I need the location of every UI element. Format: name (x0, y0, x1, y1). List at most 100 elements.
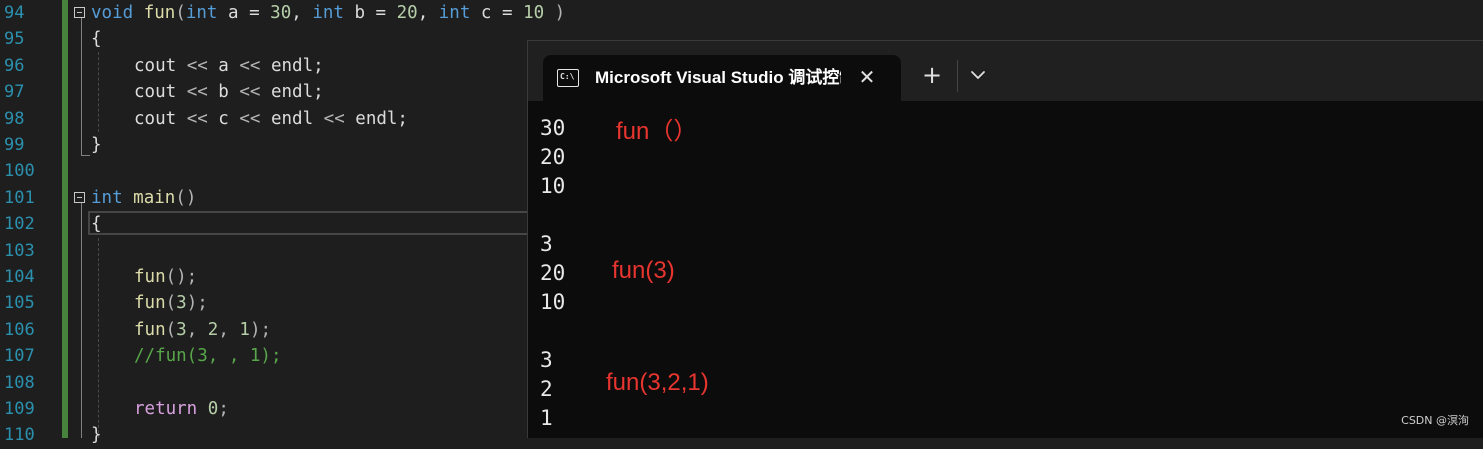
code-token: ( (165, 319, 177, 340)
line-number: 106 (4, 319, 35, 340)
code-line[interactable]: void fun(int a = 30, int b = 20, int c =… (91, 0, 565, 26)
close-icon[interactable]: ✕ (855, 65, 879, 89)
code-token: 2 (207, 319, 219, 340)
code-token: << (186, 82, 208, 103)
code-token: int (312, 3, 344, 23)
code-token: << (239, 82, 261, 103)
code-token: ); (249, 319, 272, 340)
code-token: cout (134, 55, 187, 76)
line-number: 96 (4, 55, 25, 76)
code-token: , (218, 319, 240, 340)
code-token: c (207, 108, 240, 129)
tab-bar: C:\ Microsoft Visual Studio 调试控制台 ✕ + (528, 41, 1483, 101)
code-token: << (323, 108, 345, 129)
code-line[interactable]: fun(3); (134, 290, 208, 316)
change-tracking-bar (62, 0, 68, 438)
code-line[interactable]: fun(); (134, 264, 197, 290)
code-token: , (291, 3, 313, 23)
annotation-label: fun(3) (612, 257, 675, 284)
code-line[interactable]: } (91, 422, 102, 448)
output-line: 1 (540, 406, 553, 430)
watermark: CSDN @溟洵 (1401, 414, 1469, 427)
line-number: 94 (4, 3, 25, 23)
code-line[interactable]: cout << c << endl << endl; (134, 106, 408, 132)
code-token: c = (470, 3, 524, 23)
line-number: 99 (4, 135, 25, 155)
collapse-icon[interactable] (74, 192, 85, 203)
line-number: 98 (4, 108, 25, 129)
code-token: fun (143, 3, 176, 23)
outline-line (81, 155, 90, 156)
code-line[interactable]: cout << a << endl; (134, 53, 324, 79)
code-token: 10 (523, 3, 545, 23)
code-token: int (91, 187, 123, 208)
line-number: 107 (4, 346, 35, 367)
new-tab-button[interactable]: + (920, 63, 944, 87)
code-token: , (417, 3, 439, 23)
code-token: ) (544, 3, 566, 23)
indent-guide (98, 238, 99, 438)
code-token: 0 (207, 399, 219, 419)
code-token: fun (134, 293, 166, 314)
annotation-label: fun（） (616, 118, 698, 145)
code-token: ; (218, 399, 229, 419)
code-line[interactable]: fun(3, 2, 1); (134, 317, 271, 343)
code-line[interactable]: { (91, 26, 102, 52)
code-token: b (207, 82, 240, 103)
code-token: endl; (344, 108, 408, 129)
code-token: a = (217, 3, 271, 23)
code-token: ( (175, 3, 186, 23)
code-token: 30 (270, 3, 292, 23)
line-number: 100 (4, 161, 35, 182)
code-line[interactable]: cout << b << endl; (134, 79, 324, 105)
code-token: b = (343, 3, 397, 23)
code-token: fun (134, 267, 166, 287)
line-number-gutter: 94 95 96 97 98 99 100 101 102 103 104 10… (0, 0, 60, 445)
debug-console-window[interactable]: C:\ Microsoft Visual Studio 调试控制台 ✕ + 30… (527, 40, 1483, 438)
line-number: 103 (4, 240, 35, 261)
code-token: void (91, 3, 134, 23)
code-line[interactable]: { (91, 211, 102, 237)
output-line: 3 (540, 232, 553, 256)
code-token: ); (186, 293, 208, 314)
collapse-icon[interactable] (74, 7, 85, 18)
code-token: 3 (176, 319, 187, 340)
code-token: 1 (239, 319, 250, 340)
tab-title: Microsoft Visual Studio 调试控制台 (595, 68, 841, 87)
output-line: 2 (540, 377, 553, 401)
code-token: << (239, 55, 261, 76)
line-number: 105 (4, 293, 35, 314)
tab-debug-console[interactable]: C:\ Microsoft Visual Studio 调试控制台 ✕ (543, 55, 901, 101)
line-number: 108 (4, 372, 35, 393)
code-token: 20 (396, 3, 418, 23)
code-token: return (134, 399, 198, 419)
code-token: int (438, 3, 471, 23)
code-line[interactable]: //fun(3, , 1); (134, 343, 282, 369)
current-line-highlight (88, 211, 533, 235)
code-token: << (186, 55, 208, 76)
annotation-label: fun(3,2,1) (606, 369, 709, 396)
line-number: 95 (4, 29, 25, 50)
terminal-icon-text: C:\ (560, 72, 575, 81)
line-number: 109 (4, 399, 35, 419)
code-token: << (186, 108, 208, 129)
code-line[interactable]: return 0; (134, 396, 229, 422)
code-line[interactable]: } (91, 132, 102, 158)
code-token: , (186, 319, 208, 340)
outline-line (81, 18, 82, 156)
outline-line (81, 203, 82, 438)
code-token: int (185, 3, 218, 23)
console-output[interactable]: 30 20 10 3 20 10 3 2 1 fun（） fun(3) fun(… (528, 101, 1483, 439)
code-line[interactable]: int main() (91, 185, 196, 211)
code-token: endl; (260, 55, 324, 76)
line-number: 102 (4, 214, 35, 235)
chevron-down-icon[interactable] (966, 63, 990, 87)
code-token: ( (165, 293, 177, 314)
output-line: 30 (540, 116, 566, 140)
code-token: endl; (260, 82, 324, 103)
code-token: 3 (176, 293, 187, 314)
terminal-icon: C:\ (557, 69, 579, 87)
output-line: 10 (540, 290, 566, 314)
